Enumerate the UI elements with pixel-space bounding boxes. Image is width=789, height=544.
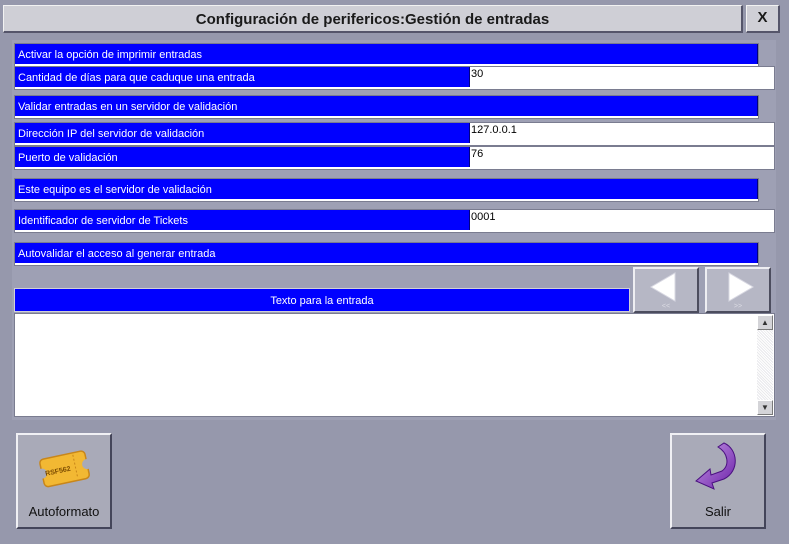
ticket-text-label: Texto para la entrada [14, 288, 630, 312]
exit-label: Salir [704, 504, 731, 519]
setting-label: Cantidad de días para que caduque una en… [15, 67, 470, 87]
expiry-days-field[interactable]: 30 [471, 68, 483, 80]
setting-label: Este equipo es el servidor de validación [15, 179, 758, 199]
ticket-text-area[interactable]: ▲ ▼ [14, 313, 775, 417]
setting-label: Autovalidar el acceso al generar entrada [15, 243, 758, 263]
setting-label: Puerto de validación [15, 147, 470, 167]
setting-print-tickets[interactable]: Activar la opción de imprimir entradas [14, 43, 759, 67]
exit-arrow-icon [695, 442, 736, 490]
window-title: Configuración de perifericos:Gestión de … [195, 11, 550, 28]
prev-sub-label: << [661, 303, 671, 310]
setting-port: Puerto de validación 76 [14, 146, 775, 170]
autoformat-button[interactable]: RSF562 Autoformato [16, 433, 112, 529]
setting-label: Activar la opción de imprimir entradas [15, 44, 758, 64]
autoformat-label: Autoformato [28, 504, 100, 519]
ticket-server-id-field[interactable]: 0001 [471, 211, 495, 223]
setting-ticket-server-id: Identificador de servidor de Tickets 000… [14, 209, 775, 233]
setting-autovalidate[interactable]: Autovalidar el acceso al generar entrada [14, 242, 759, 266]
port-field[interactable]: 76 [471, 148, 483, 160]
setting-label: Dirección IP del servidor de validación [15, 123, 470, 143]
next-button[interactable]: >> [705, 267, 771, 313]
scroll-down-icon[interactable]: ▼ [757, 400, 773, 415]
exit-button[interactable]: Salir [670, 433, 766, 529]
ticket-icon: RSF562 [37, 450, 93, 488]
title-bar: Configuración de perifericos:Gestión de … [3, 5, 743, 33]
ticket-text-scrollbar[interactable]: ▲ ▼ [757, 315, 773, 415]
setting-label: Identificador de servidor de Tickets [15, 210, 470, 230]
scroll-up-icon[interactable]: ▲ [757, 315, 773, 330]
setting-validate-server[interactable]: Validar entradas en un servidor de valid… [14, 95, 759, 119]
setting-is-server[interactable]: Este equipo es el servidor de validación [14, 178, 759, 202]
close-button[interactable]: X [746, 5, 780, 33]
setting-expiry-days: Cantidad de días para que caduque una en… [14, 66, 775, 90]
setting-server-ip: Dirección IP del servidor de validación … [14, 122, 775, 146]
next-sub-label: >> [733, 303, 743, 310]
prev-button[interactable]: << [633, 267, 699, 313]
server-ip-field[interactable]: 127.0.0.1 [471, 124, 517, 136]
setting-label: Validar entradas en un servidor de valid… [15, 96, 758, 116]
